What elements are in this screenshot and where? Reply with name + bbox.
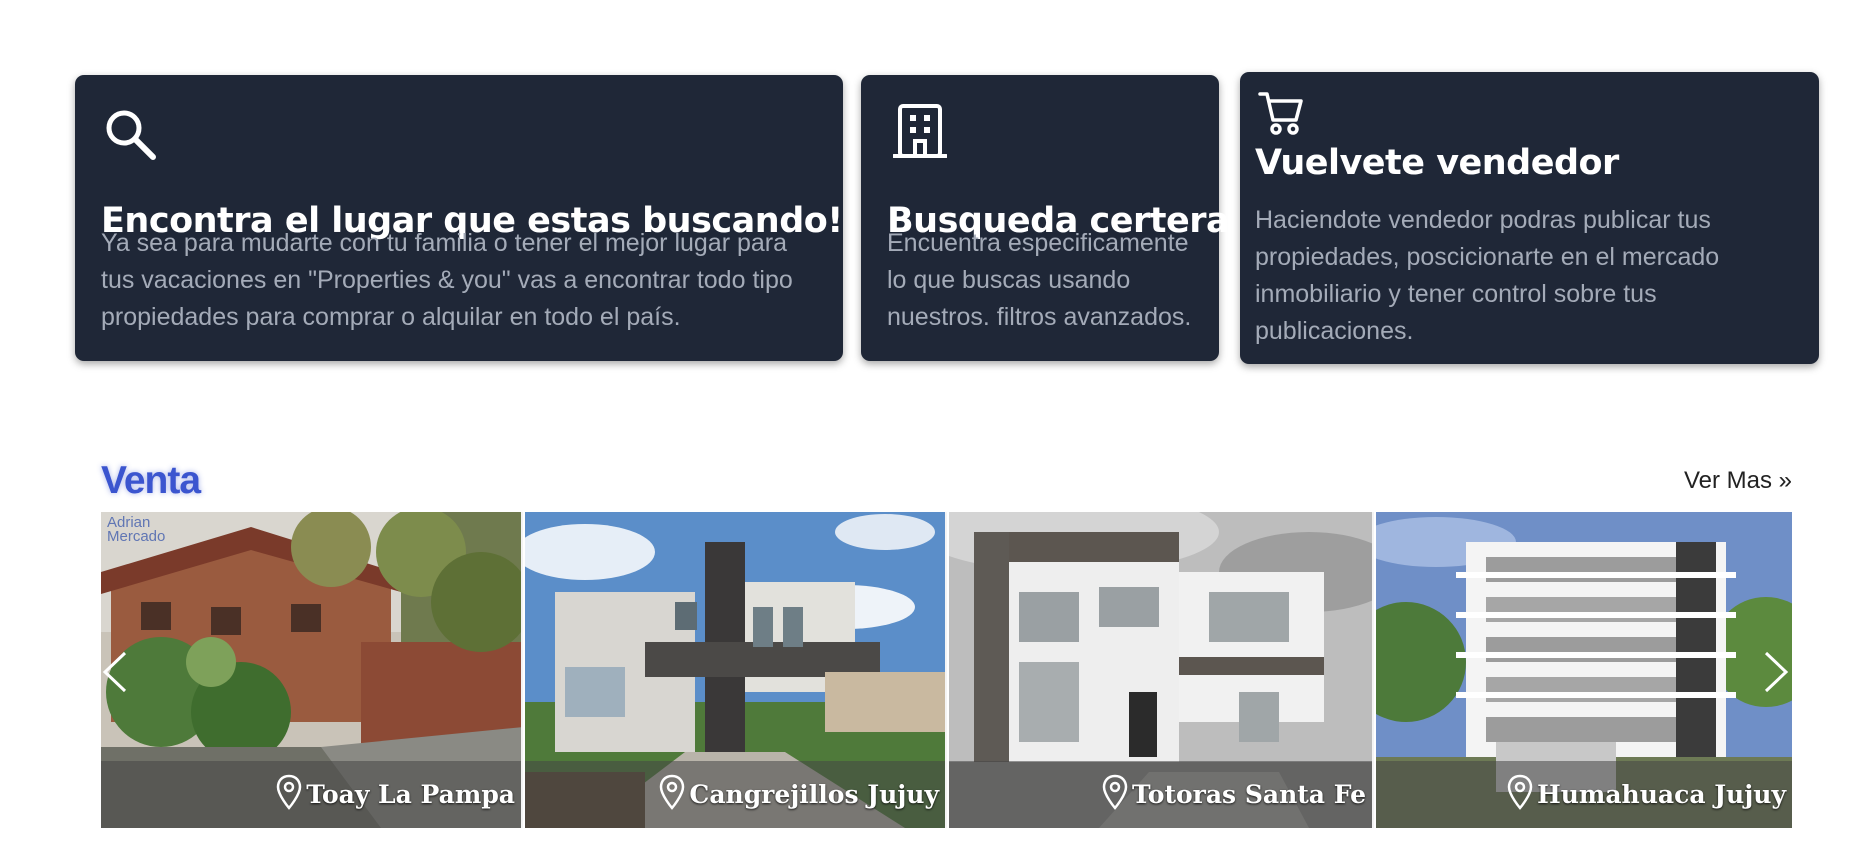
property-card[interactable]: Cangrejillos Jujuy (525, 512, 947, 828)
chevron-right-icon[interactable] (1760, 650, 1790, 694)
listing-location: Totoras Santa Fe (1132, 779, 1366, 809)
property-carousel: Adrian Mercado Toay La Pampa Cangrejillo… (101, 512, 1792, 828)
listing-caption: Cangrejillos Jujuy (525, 761, 945, 828)
feature-description: Encuentra especificamente lo que buscas … (887, 229, 1192, 331)
listing-caption: Toay La Pampa (101, 761, 521, 828)
listing-location: Cangrejillos Jujuy (689, 779, 939, 809)
feature-card-search: Encontra el lugar que estas buscando! Ya… (75, 75, 843, 361)
map-pin-icon (1507, 774, 1533, 814)
cart-icon (1258, 90, 1304, 136)
map-pin-icon (276, 774, 302, 814)
map-pin-icon (1102, 774, 1128, 814)
watermark-logo: Adrian Mercado (107, 514, 166, 545)
feature-card-become-seller: Vuelvete vendedor Haciendote vendedor po… (1240, 72, 1819, 364)
property-card[interactable]: Adrian Mercado Toay La Pampa (101, 512, 523, 828)
property-card[interactable]: Humahuaca Jujuy (1376, 512, 1792, 828)
listing-location: Toay La Pampa (306, 779, 515, 809)
listing-caption: Totoras Santa Fe (949, 761, 1372, 828)
see-more-link[interactable]: Ver Mas » (1684, 467, 1792, 495)
feature-description: Ya sea para mudarte con tu familia o ten… (101, 229, 793, 331)
listing-caption: Humahuaca Jujuy (1376, 761, 1792, 828)
section-title-sale: Venta (101, 459, 201, 502)
property-card[interactable]: Totoras Santa Fe (949, 512, 1374, 828)
map-pin-icon (659, 774, 685, 814)
search-icon (103, 107, 157, 161)
feature-description: Haciendote vendedor podras publicar tus … (1255, 206, 1720, 345)
chevron-left-icon[interactable] (101, 650, 131, 694)
listing-location: Humahuaca Jujuy (1537, 779, 1786, 809)
feature-title: Vuelvete vendedor (1255, 143, 1619, 183)
feature-card-search-precision: Busqueda certera Encuentra especificamen… (861, 75, 1230, 361)
building-icon (893, 103, 947, 159)
